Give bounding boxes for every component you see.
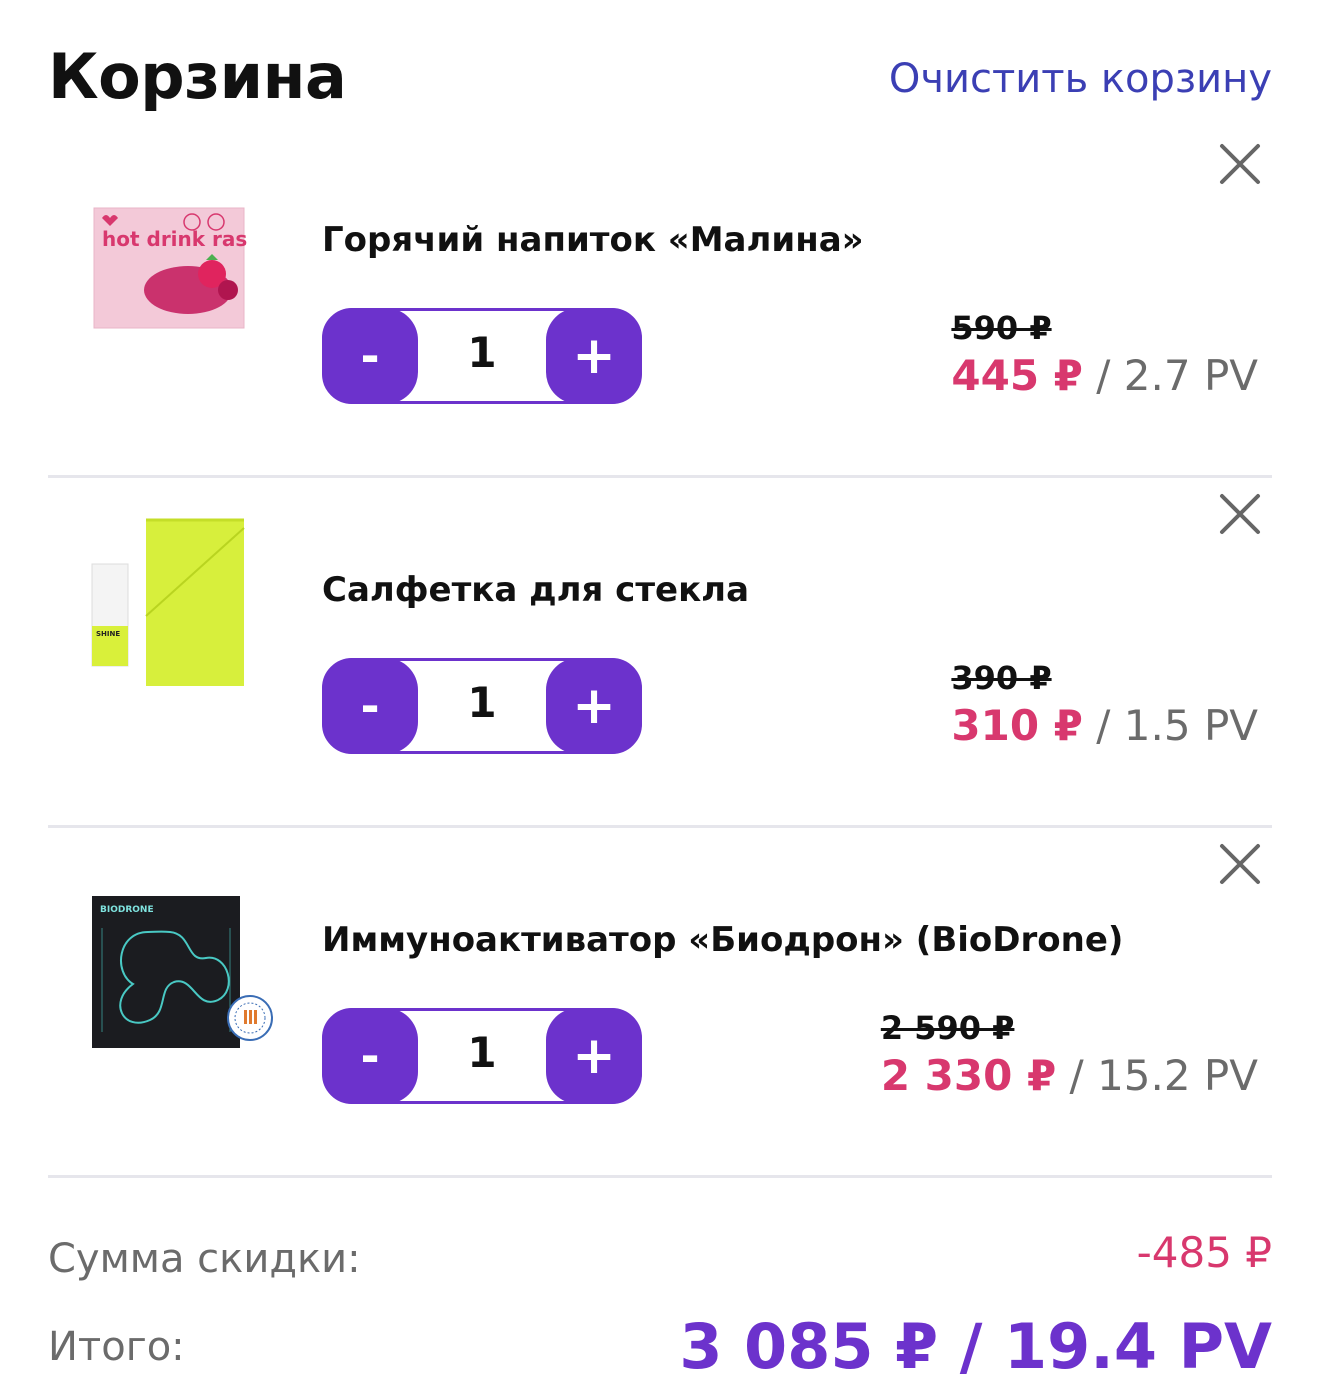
svg-text:hot drink raspberry: hot drink raspberry — [102, 227, 248, 251]
old-price: 390 ₽ — [951, 659, 1052, 697]
pv-value: 1.5 PV — [1123, 701, 1258, 750]
new-price: 310 ₽ — [951, 701, 1083, 750]
price-separator: / — [1096, 351, 1111, 400]
quantity-value[interactable]: 1 — [421, 311, 543, 401]
svg-text:BIODRONE: BIODRONE — [100, 905, 154, 915]
remove-item-icon[interactable] — [1218, 492, 1262, 536]
price-separator: / — [1069, 1051, 1084, 1100]
remove-item-icon[interactable] — [1218, 842, 1262, 886]
product-name: Иммуноактиватор «Биодрон» (BioDrone) — [322, 920, 1124, 960]
total-label: Итого: — [48, 1324, 185, 1370]
cart-header: Корзина Очистить корзину — [48, 40, 1272, 120]
price-block: 590 ₽ 445 ₽ / 2.7 PV — [951, 308, 1258, 404]
price-block: 2 590 ₽ 2 330 ₽ / 15.2 PV — [881, 1008, 1258, 1104]
discount-row: Сумма скидки: -485 ₽ — [48, 1228, 1272, 1288]
product-name: Салфетка для стекла — [322, 570, 750, 610]
price-separator: / — [1096, 701, 1111, 750]
product-image-glass-cloth: SHINE — [91, 518, 245, 686]
decrease-quantity-button[interactable]: - — [322, 658, 418, 754]
quantity-stepper: - 1 + — [322, 658, 642, 754]
discount-value: -485 ₽ — [1136, 1228, 1272, 1277]
new-price: 2 330 ₽ — [880, 1051, 1057, 1100]
new-price: 445 ₽ — [951, 351, 1083, 400]
quantity-stepper: - 1 + — [322, 1008, 642, 1104]
product-name: Горячий напиток «Малина» — [322, 220, 864, 260]
price-block: 390 ₽ 310 ₽ / 1.5 PV — [951, 658, 1258, 754]
decrease-quantity-button[interactable]: - — [322, 308, 418, 404]
quantity-value[interactable]: 1 — [421, 1011, 543, 1101]
clear-cart-link[interactable]: Очистить корзину — [889, 56, 1272, 102]
pv-value: 15.2 PV — [1097, 1051, 1258, 1100]
old-price: 2 590 ₽ — [880, 1009, 1015, 1047]
product-image-raspberry-drink: hot drink raspberry — [93, 207, 248, 329]
pv-value: 2.7 PV — [1123, 351, 1258, 400]
svg-text:SHINE: SHINE — [96, 630, 120, 638]
increase-quantity-button[interactable]: + — [546, 1008, 642, 1104]
cart-item: BIODRONE Иммуноактиватор «Биодрон» (BioD… — [48, 828, 1272, 1178]
quantity-stepper: - 1 + — [322, 308, 642, 404]
remove-item-icon[interactable] — [1218, 142, 1262, 186]
discount-label: Сумма скидки: — [48, 1236, 361, 1282]
total-row: Итого: 3 085 ₽ / 19.4 PV — [48, 1310, 1272, 1396]
old-price: 590 ₽ — [951, 309, 1052, 347]
product-image-biodrone: BIODRONE — [92, 896, 273, 1048]
page-title: Корзина — [48, 40, 347, 113]
cart-item: hot drink raspberry Горячий напиток «Мал… — [48, 128, 1272, 478]
increase-quantity-button[interactable]: + — [546, 308, 642, 404]
cart-item: SHINE Салфетка для стекла - 1 + 390 ₽ 31… — [48, 478, 1272, 828]
decrease-quantity-button[interactable]: - — [322, 1008, 418, 1104]
quantity-value[interactable]: 1 — [421, 661, 543, 751]
total-value: 3 085 ₽ / 19.4 PV — [679, 1310, 1272, 1383]
increase-quantity-button[interactable]: + — [546, 658, 642, 754]
